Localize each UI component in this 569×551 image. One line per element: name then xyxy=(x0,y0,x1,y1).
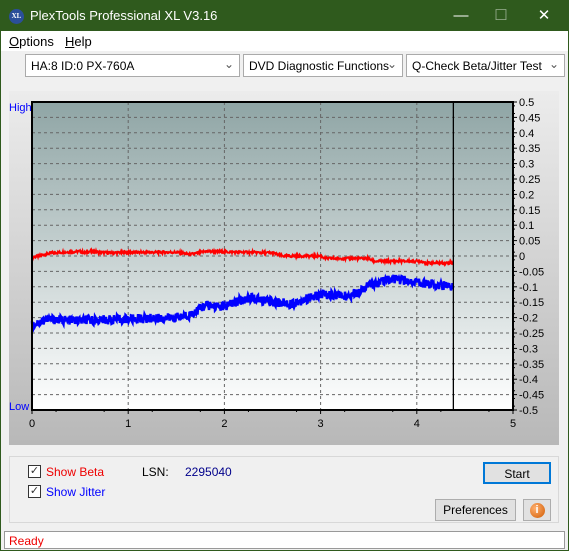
y-tick-label: -0.5 xyxy=(519,405,538,417)
test-select[interactable]: Q-Check Beta/Jitter Test ⌄ xyxy=(406,54,565,77)
x-tick-label: 4 xyxy=(414,418,420,430)
y-tick-label: -0.2 xyxy=(519,313,538,325)
lsn-label: LSN: xyxy=(142,465,169,479)
y-tick-label: 0.1 xyxy=(519,220,534,232)
preferences-button[interactable]: Preferences xyxy=(435,499,516,521)
y-tick-label: -0.4 xyxy=(519,374,538,386)
chevron-down-icon: ⌄ xyxy=(223,57,234,71)
x-tick-label: 5 xyxy=(510,418,516,430)
high-label: High xyxy=(9,102,32,114)
y-tick-label: 0.45 xyxy=(519,112,540,124)
chevron-down-icon: ⌄ xyxy=(548,57,559,71)
y-tick-label: -0.45 xyxy=(519,390,544,402)
y-tick-label: 0.25 xyxy=(519,174,540,186)
menu-help[interactable]: Help xyxy=(65,34,92,49)
show-jitter-checkbox[interactable]: ✓ xyxy=(28,485,41,498)
x-tick-label: 3 xyxy=(318,418,324,430)
info-icon: i xyxy=(529,503,545,518)
y-tick-label: -0.3 xyxy=(519,343,538,355)
window-title: PlexTools Professional XL V3.16 xyxy=(30,8,218,23)
y-tick-label: -0.05 xyxy=(519,266,544,278)
show-beta-label[interactable]: Show Beta xyxy=(46,465,104,479)
start-button[interactable]: Start xyxy=(483,462,551,484)
chart-panel: 0.5 0.45 0.4 0.35 0.3 0.25 0.2 0.15 0.1 0.05 0 -0.0… xyxy=(9,91,559,445)
minimize-button[interactable]: — xyxy=(446,5,476,27)
show-beta-checkbox[interactable]: ✓ xyxy=(28,465,41,478)
y-tick-label: 0.5 xyxy=(519,97,534,109)
beta-jitter-chart: 0.5 0.45 0.4 0.35 0.3 0.25 0.2 0.15 0.1 0.05 0 -0.0… xyxy=(9,97,544,430)
y-tick-label: -0.25 xyxy=(519,328,544,340)
lsn-value: 2295040 xyxy=(185,465,232,479)
chevron-down-icon: ⌄ xyxy=(386,57,397,71)
y-tick-label: 0.2 xyxy=(519,189,534,201)
drive-select[interactable]: HA:8 ID:0 PX-760A ⌄ xyxy=(25,54,240,77)
y-tick-label: 0.3 xyxy=(519,159,534,171)
low-label: Low xyxy=(9,401,29,413)
x-tick-label: 2 xyxy=(221,418,227,430)
y-tick-label: -0.15 xyxy=(519,297,544,309)
maximize-button[interactable]: ☐ xyxy=(486,5,516,27)
app-logo: XL xyxy=(9,9,24,24)
controls-group: ✓ Show Beta ✓ Show Jitter LSN: 2295040 S… xyxy=(9,456,559,523)
app-window: XL PlexTools Professional XL V3.16 — ☐ ✕… xyxy=(0,0,569,551)
y-tick-label: -0.1 xyxy=(519,282,538,294)
x-tick-label: 0 xyxy=(29,418,35,430)
y-tick-label: 0.4 xyxy=(519,128,534,140)
close-button[interactable]: ✕ xyxy=(529,5,559,27)
x-tick-label: 1 xyxy=(125,418,131,430)
title-bar: XL PlexTools Professional XL V3.16 — ☐ ✕ xyxy=(1,1,568,31)
y-tick-label: 0.35 xyxy=(519,143,540,155)
show-jitter-label[interactable]: Show Jitter xyxy=(46,485,105,499)
info-button[interactable]: i xyxy=(523,499,551,521)
menu-options[interactable]: Options xyxy=(9,34,54,49)
y-tick-label: 0.05 xyxy=(519,236,540,248)
y-tick-label: 0.15 xyxy=(519,205,540,217)
y-tick-label: 0 xyxy=(519,251,525,263)
function-select[interactable]: DVD Diagnostic Functions ⌄ xyxy=(243,54,403,77)
y-tick-label: -0.35 xyxy=(519,359,544,371)
status-bar: Ready xyxy=(4,531,565,549)
menu-bar: Options Help xyxy=(1,31,568,51)
